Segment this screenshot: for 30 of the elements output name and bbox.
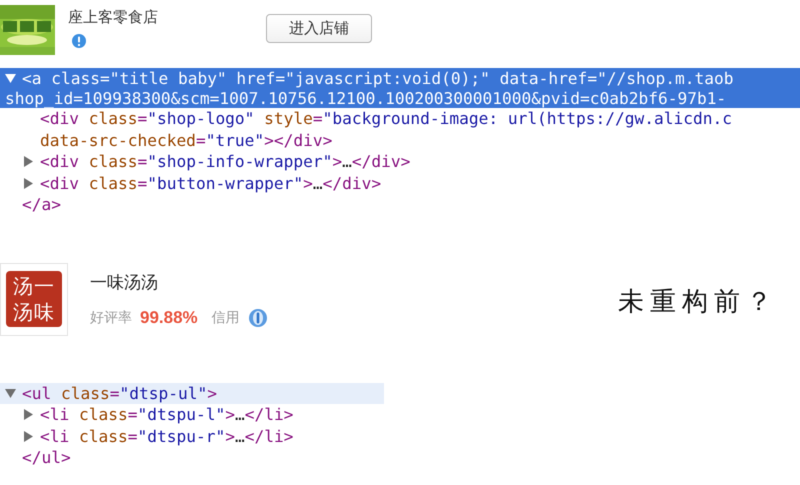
code-line: <div class="shop-info-wrapper">…</div> (40, 152, 410, 172)
collapsed-arrow-icon[interactable] (23, 156, 34, 168)
selected-node-row[interactable]: <a class="title baby" href="javascript:void(0);" data-href="//shop.m.taob shop_id=109938300&scm=1007.10756.12100.100200300001000&pvid=c0ab2bf6-97b1- (0, 68, 800, 108)
code-line: shop_id=109938300&scm=1007.10756.12100.100200300001000&pvid=c0ab2bf6-97b1- (5, 88, 726, 108)
shop-name: 座上客零食店 (68, 8, 159, 27)
collapsed-arrow-icon[interactable] (23, 178, 34, 189)
code-line: <ul class="dtsp-ul"> (22, 384, 217, 403)
code-line: data-src-checked="true"></div> (40, 130, 332, 150)
code-line: <a class="title baby" href="javascript:void(0);" data-href="//shop.m.taob (22, 68, 734, 88)
code-line: <div class="button-wrapper">…</div> (40, 174, 382, 193)
enter-shop-button[interactable]: 进入店铺 (266, 14, 372, 43)
code-line: <li class="dtspu-r">…</li> (40, 426, 294, 446)
expanded-arrow-icon[interactable] (5, 72, 16, 84)
code-line: </ul> (22, 448, 71, 468)
logo-text: 汤一 (13, 274, 55, 298)
expanded-arrow-icon[interactable] (5, 388, 16, 399)
logo-text: 汤味 (13, 300, 55, 324)
info-icon (248, 308, 268, 328)
rating-value: 99.88% (140, 308, 198, 328)
info-icon (71, 33, 87, 49)
credit-label: 信用 (212, 308, 240, 326)
code-line: </a> (22, 195, 61, 214)
collapsed-arrow-icon[interactable] (23, 430, 34, 442)
hovered-node-row[interactable]: <ul class="dtsp-ul"> (0, 382, 384, 404)
rating-label: 好评率 (90, 308, 132, 326)
code-line: <li class="dtspu-l">…</li> (40, 405, 294, 424)
annotation-note: 未重构前？ (618, 286, 778, 318)
collapsed-arrow-icon[interactable] (23, 409, 34, 420)
code-line: <div class="shop-logo" style="background-image: url(https://gw.alicdn.c (40, 109, 732, 128)
shop-name: 一味汤汤 (90, 272, 159, 294)
